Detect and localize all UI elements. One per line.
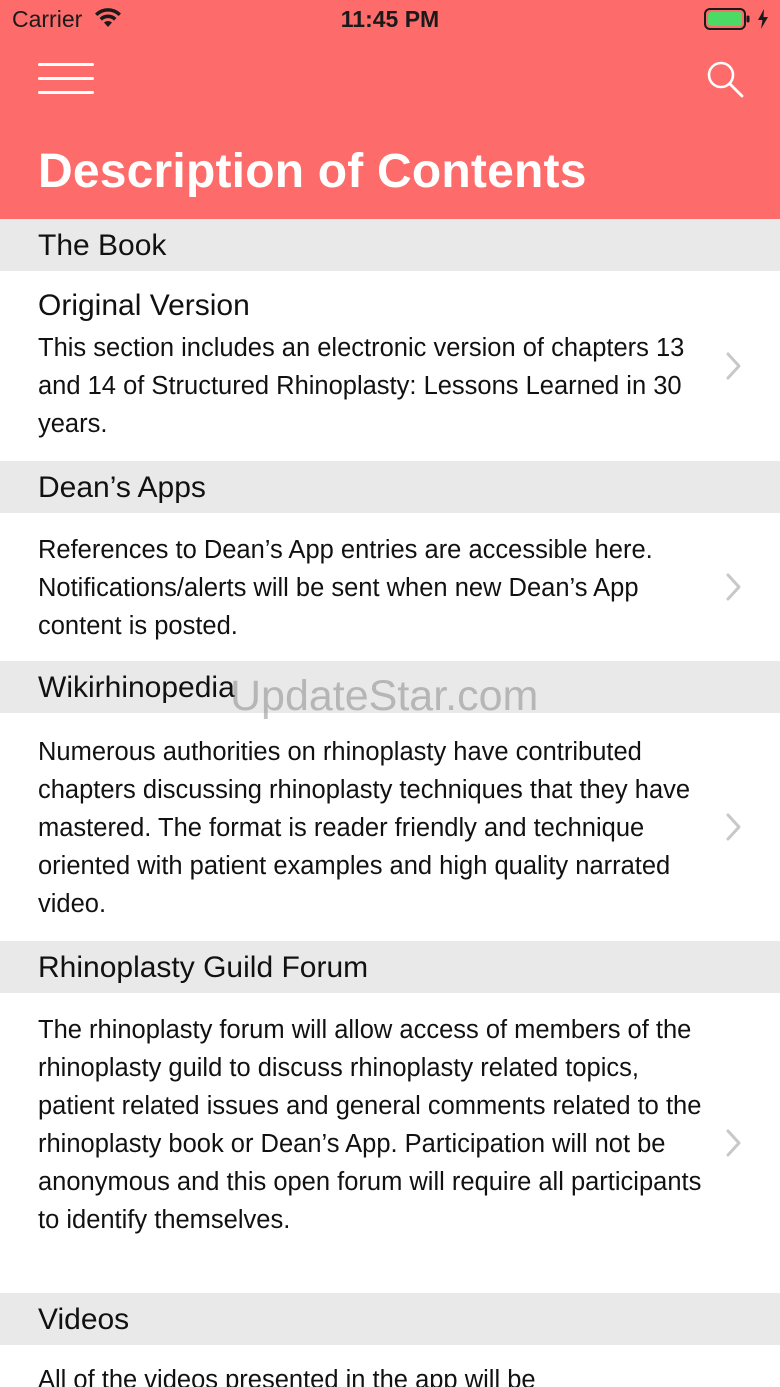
section-header-videos: Videos: [0, 1293, 780, 1345]
list-item-description: This section includes an electronic vers…: [38, 334, 685, 438]
list-item-original-version[interactable]: Original Version This section includes a…: [0, 271, 780, 461]
chevron-right-icon: [726, 1129, 741, 1157]
list-item-rhinoplasty-guild-forum[interactable]: The rhinoplasty forum will allow access …: [0, 993, 780, 1293]
section-header-wikirhinopedia: Wikirhinopedia: [0, 661, 780, 713]
section-header-label: Videos: [38, 1303, 130, 1336]
search-icon[interactable]: [704, 58, 746, 100]
list-item-description: References to Dean’s App entries are acc…: [38, 536, 653, 640]
page-title: Description of Contents: [38, 145, 587, 198]
list-item-deans-apps[interactable]: References to Dean’s App entries are acc…: [0, 513, 780, 661]
section-header-label: Dean’s Apps: [38, 471, 206, 504]
battery-icon: [704, 8, 750, 30]
status-bar: Carrier 11:45 PM: [0, 0, 780, 40]
chevron-right-icon: [726, 352, 741, 380]
section-header-deans-apps: Dean’s Apps: [0, 461, 780, 513]
section-header-label: The Book: [38, 229, 167, 262]
section-header-rhinoplasty-guild-forum: Rhinoplasty Guild Forum: [0, 941, 780, 993]
section-header-the-book: The Book: [0, 219, 780, 271]
list-item-description: All of the videos presented in the app w…: [38, 1366, 536, 1387]
charging-bolt-icon: [758, 9, 768, 29]
section-header-label: Wikirhinopedia: [38, 671, 235, 704]
navigation-header: Carrier 11:45 PM Description of Contents: [0, 0, 780, 219]
list-item-description: The rhinoplasty forum will allow access …: [38, 1016, 702, 1234]
list-item-title: Original Version: [38, 289, 250, 322]
list-item-wikirhinopedia[interactable]: Numerous authorities on rhinoplasty have…: [0, 713, 780, 941]
hamburger-menu-icon[interactable]: [36, 60, 96, 98]
list-item-videos[interactable]: All of the videos presented in the app w…: [0, 1345, 780, 1387]
chevron-right-icon: [726, 813, 741, 841]
status-time: 11:45 PM: [340, 6, 440, 32]
chevron-right-icon: [726, 573, 741, 601]
list-item-description: Numerous authorities on rhinoplasty have…: [38, 738, 691, 918]
section-header-label: Rhinoplasty Guild Forum: [38, 951, 369, 984]
